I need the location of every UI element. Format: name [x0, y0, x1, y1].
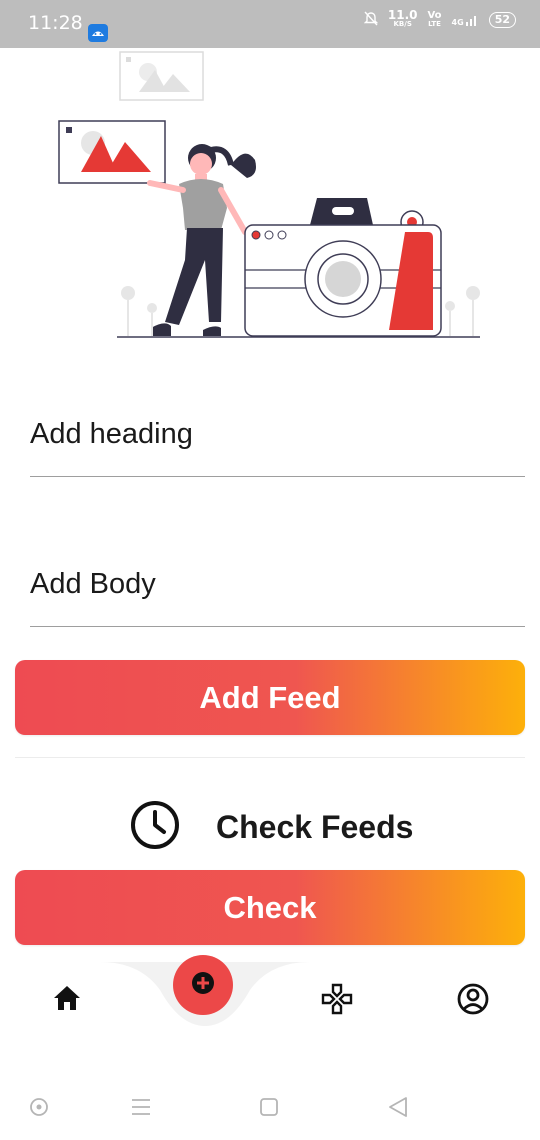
check-feeds-row: Check Feeds	[130, 800, 413, 855]
app-notification-icon	[88, 24, 108, 42]
status-time: 11:28	[28, 12, 83, 34]
clock-icon	[130, 800, 180, 855]
back-icon[interactable]	[387, 1096, 409, 1123]
check-feeds-label: Check Feeds	[216, 809, 414, 845]
add-icon	[191, 971, 215, 1000]
battery-indicator: 52	[488, 11, 516, 28]
gamepad-icon[interactable]	[320, 982, 354, 1021]
net-speed: 11.0 KB/S	[387, 7, 418, 28]
heading-field[interactable]	[30, 418, 525, 477]
account-icon[interactable]	[456, 982, 490, 1021]
add-fab-button[interactable]	[173, 955, 233, 1015]
check-button[interactable]: Check	[15, 870, 525, 945]
add-feed-button[interactable]: Add Feed	[15, 660, 525, 735]
body-input[interactable]	[30, 568, 525, 601]
assistant-icon[interactable]	[29, 1097, 49, 1122]
body-field[interactable]	[30, 568, 525, 627]
mute-icon	[363, 10, 379, 29]
home-square-icon[interactable]	[259, 1097, 279, 1122]
system-nav	[0, 1085, 540, 1130]
volte-indicator: Vo LTE	[427, 9, 442, 28]
home-icon[interactable]	[52, 984, 82, 1017]
divider	[15, 757, 525, 758]
menu-icon[interactable]	[131, 1098, 151, 1121]
heading-input[interactable]	[30, 418, 525, 451]
bottom-nav	[0, 960, 540, 1040]
photo-illustration	[58, 51, 480, 338]
status-bar: 11:28 11.0 KB/S Vo LTE 4G 52	[0, 0, 540, 48]
signal-icon: 4G	[452, 13, 479, 27]
